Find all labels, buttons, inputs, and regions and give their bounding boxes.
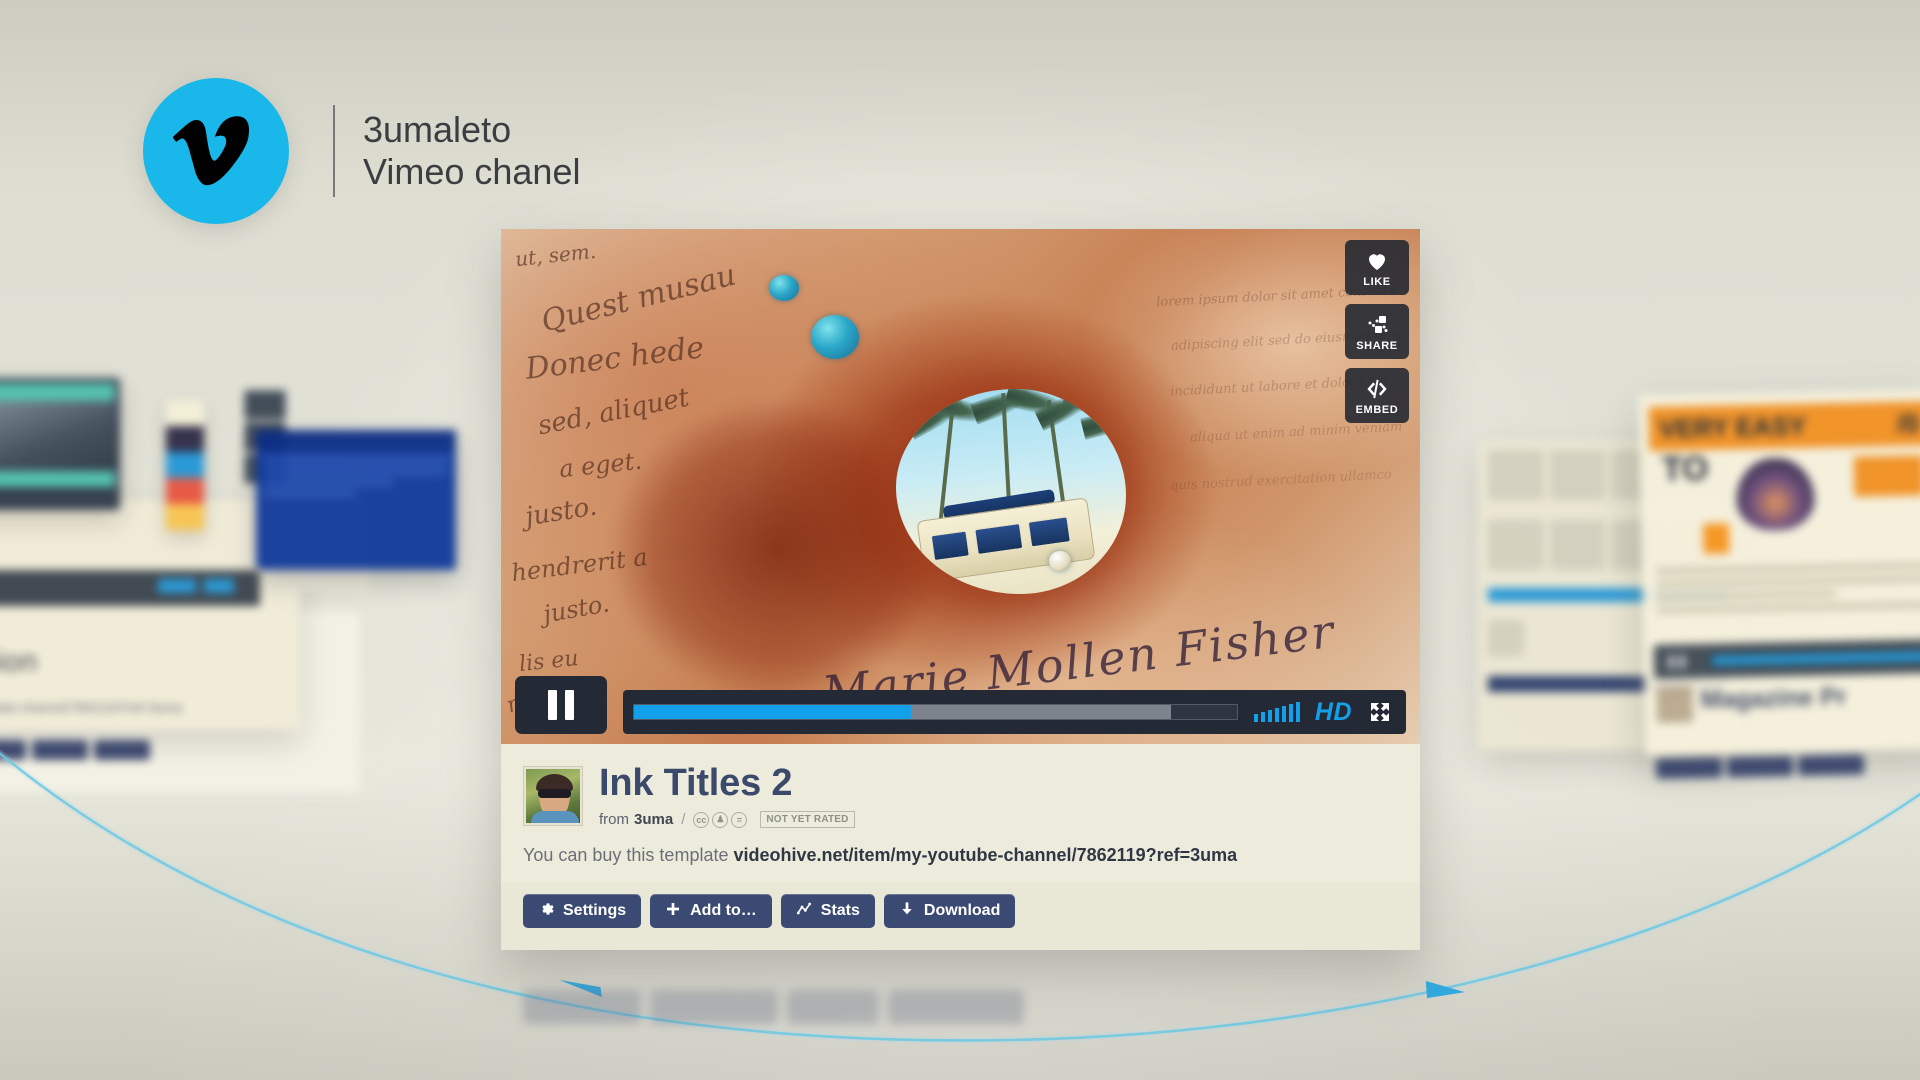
gear-icon [538,901,554,922]
buy-url-link[interactable]: videohive.net/item/my-youtube-channel/78… [734,845,1238,865]
background-left-url: youtube-channel/7862119?ref=3uma [0,700,182,715]
background-banner-left: VERY EASY [1658,410,1807,444]
nd-icon[interactable]: = [731,811,748,828]
background-monitor-mock [0,378,120,510]
plus-icon [665,901,681,922]
player-reflection [501,972,1420,1024]
video-byline: from 3uma / cc ♟ = NOT YET RATED [599,811,1398,828]
like-label: LIKE [1363,275,1391,288]
code-embed-icon [1364,376,1390,402]
settings-button[interactable]: Settings [523,894,642,928]
background-player-strip [0,570,260,606]
attribution-icon[interactable]: ♟ [712,811,729,828]
progress-bar[interactable] [633,704,1238,720]
ink-drop-2 [811,315,859,359]
buy-text: You can buy this template [523,845,729,865]
cc-icon[interactable]: cc [693,811,710,828]
from-label: from [599,811,629,828]
stats-label: Stats [820,902,860,919]
add-to-label: Add to… [690,902,757,919]
background-card-blue [256,430,456,570]
channel-header: 3umaleto Vimeo chanel [143,78,580,224]
background-left-buttons [0,740,270,762]
video-actions-bar: Settings Add to… Stats Download [501,882,1420,950]
screen-root: ation youtube-channel/7862119?ref=3uma V… [0,0,1920,1080]
video-info-top: Ink Titles 2 from 3uma / cc ♟ = NOT YET … [523,764,1398,828]
add-to-button[interactable]: Add to… [650,894,772,928]
byline-separator: / [681,811,686,828]
status-badge: NOT YET RATED [760,811,855,828]
background-right-title: Magazine Pr [1700,682,1847,714]
video-action-buttons: LIKE SHARE EMBED [1345,240,1409,423]
download-label: Download [923,902,1001,919]
progress-buffered [911,705,1171,719]
stats-icon [796,901,812,922]
like-button[interactable]: LIKE [1345,240,1409,295]
video-title-block: Ink Titles 2 from 3uma / cc ♟ = NOT YET … [599,764,1398,828]
background-left-title: ation [0,645,38,678]
hd-quality-badge[interactable]: HD [1315,698,1352,727]
scrubber-panel: HD [623,690,1406,734]
share-button[interactable]: SHARE [1345,304,1409,359]
avatar[interactable] [523,766,583,826]
video-viewport[interactable]: ut, sem. Quest musau Donec hede sed, ali… [501,229,1420,744]
buy-template-line: You can buy this template videohive.net/… [523,845,1398,882]
embed-label: EMBED [1355,403,1399,416]
embed-button[interactable]: EMBED [1345,368,1409,423]
ink-drop-1 [769,275,799,301]
download-button[interactable]: Download [883,894,1016,928]
background-card-left-panel [0,500,300,730]
channel-subtitle: Vimeo chanel [363,151,581,192]
settings-label: Settings [563,902,627,919]
background-card-right-front: VERY EASY /0 TO ❚❚ Magazine Pr [1638,388,1920,779]
progress-played [634,705,912,719]
download-arrow-icon [899,901,915,922]
video-reveal-window [896,389,1126,594]
share-label: SHARE [1356,339,1398,352]
player-controls: HD [501,672,1420,744]
channel-handle: 3umaleto [363,108,512,150]
video-player: ut, sem. Quest musau Donec hede sed, ali… [501,229,1420,950]
vimeo-logo-icon[interactable] [143,78,289,224]
background-color-swatches [166,400,204,530]
pause-icon[interactable] [515,676,607,734]
author-link[interactable]: 3uma [634,811,673,828]
video-info-panel: Ink Titles 2 from 3uma / cc ♟ = NOT YET … [501,744,1420,882]
heart-icon [1364,248,1390,274]
stats-button[interactable]: Stats [780,894,875,928]
page-title: Ink Titles 2 [599,762,793,804]
share-icon [1364,312,1390,338]
header-divider [333,105,335,197]
channel-name-block: 3umaleto Vimeo chanel [363,109,580,194]
volume-bars-icon[interactable] [1253,702,1300,722]
fullscreen-icon[interactable] [1368,700,1392,724]
ink-drop-3 [1049,551,1071,571]
background-banner-right: /0 [1896,407,1920,439]
